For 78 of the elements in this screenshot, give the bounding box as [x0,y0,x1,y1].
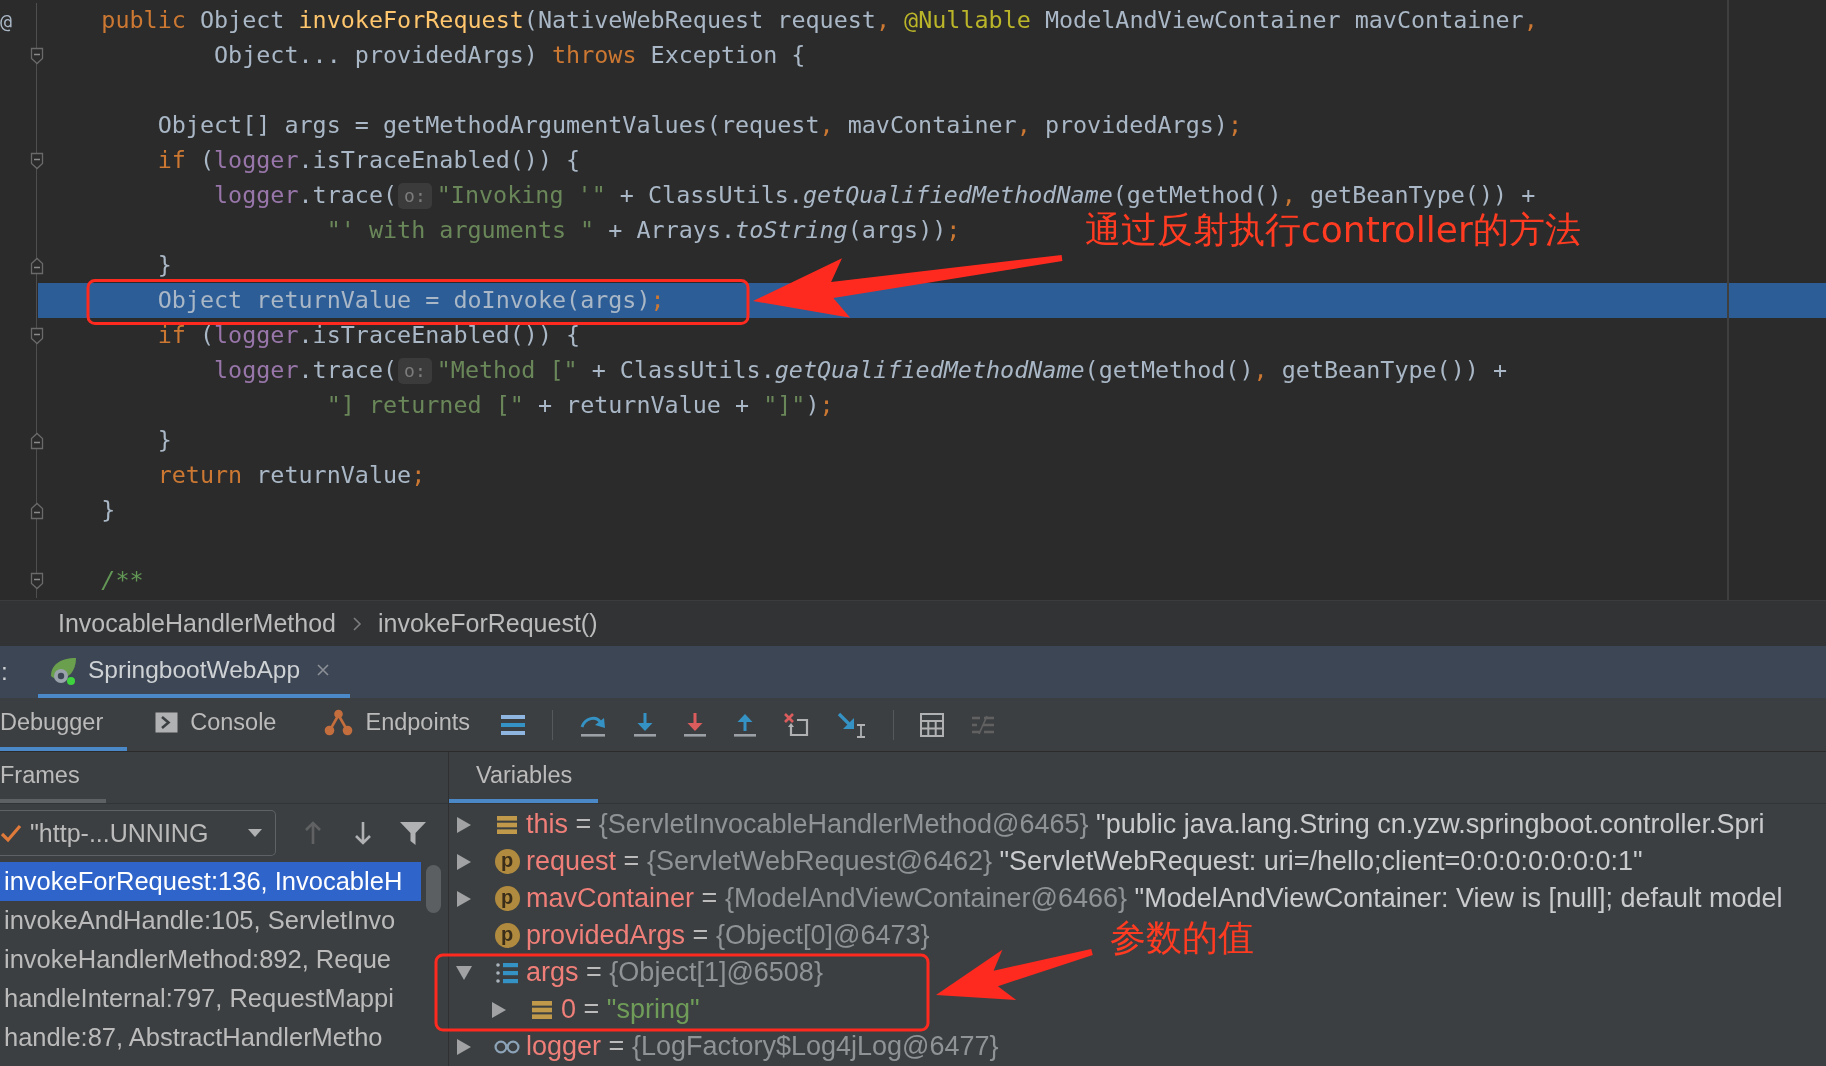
panel-label: : [0,658,8,686]
code-text: logger.trace( [214,357,398,384]
caret-right-icon[interactable] [456,889,472,908]
variable-text: mavContainer = {ModelAndViewContainer@6466} "ModelAndViewContainer: View is [null]; default model [526,883,1783,914]
fold-marker-icon[interactable] [30,431,44,450]
code-text: "Method [" + ClassUtils.getQualifiedMethodName(getMethod(), getBeanType()) + [436,357,1508,384]
breadcrumb[interactable]: invokeForRequest() [377,609,598,638]
frame-item[interactable]: handle:87, AbstractHandlerMetho [0,1018,421,1057]
arrow-cursor-icon[interactable] [837,710,867,739]
code-text: if (logger.isTraceEnabled()) { [157,322,581,349]
checkmark-icon [0,823,22,843]
frame-item[interactable]: invokeForRequest:136, InvocableH [0,862,421,901]
parameter-hint: o: [398,182,432,209]
code-text: Object... providedArgs) throws Exception { [214,42,806,69]
panel-tab[interactable]: Frames [0,752,106,803]
fold-marker-icon[interactable] [30,571,44,590]
debugger-tab[interactable]: Console [127,698,297,751]
fold-marker-icon[interactable] [30,501,44,520]
stacked-bars-icon [531,999,553,1020]
code-text: return returnValue; [157,462,426,489]
close-icon[interactable] [316,663,331,677]
caret-right-icon[interactable] [456,852,472,871]
code-text: "' with arguments " + Arrays.toString(args)); [326,217,961,244]
code-text: logger.trace( [214,182,398,209]
down-arrow-icon[interactable] [633,711,657,738]
code-text: "] returned [" + returnValue + "]"); [326,392,834,419]
fold-marker-icon[interactable] [30,256,44,275]
glasses-icon [494,1038,520,1055]
list-icon [495,960,519,985]
caret-right-icon[interactable] [456,1037,472,1056]
annotation-text: 通过反射执行controller的方法 [1085,210,1581,250]
code-text: } [157,427,172,454]
code-text: } [101,497,116,524]
debugger-tab[interactable]: Endpoints [296,698,490,751]
variable-text: providedArgs = {Object[0]@6473} [526,920,930,951]
scrollbar-thumb[interactable] [426,865,441,913]
caret-right-icon[interactable] [456,815,472,834]
code-text: /** [101,567,144,594]
frame-item[interactable]: invokeAndHandle:105, ServletInvo [0,901,421,940]
variable-text: request = {ServletWebRequest@6462} "ServletWebRequest: uri=/hello;client=0:0:0:0:0:0:0:1" [526,846,1643,877]
chevron-icon [351,615,362,632]
code-text: } [157,252,172,279]
parameter-badge: p [494,886,520,911]
variable-text: this = {ServletInvocableHandlerMethod@6465} "public java.lang.String cn.yzw.springboot.controller.Spri [526,809,1765,840]
annotation-text: 参数的值 [1110,918,1254,958]
variable-text: args = {Object[1]@6508} [526,957,823,988]
frame-item[interactable]: invokeHandlerMethod:892, Reque [0,940,421,979]
lines-icon[interactable] [500,713,526,736]
down-arrow-icon[interactable] [683,711,707,738]
parameter-hint: o: [398,357,432,384]
thread-dropdown[interactable]: "http-...UNNING [0,810,276,856]
variable-text: 0 = "spring" [561,994,700,1025]
gutter-symbol: @ [0,7,14,34]
fold-marker-icon[interactable] [30,326,44,345]
code-text: Object[] args = getMethodArgumentValues(request, mavContainer, providedArgs); [157,112,1243,139]
calculator-icon[interactable] [920,712,944,737]
filter-icon[interactable] [399,820,427,846]
terminal-icon [155,712,179,733]
code-text: Object returnValue = doInvoke(args); [157,287,665,314]
caret-right-icon[interactable] [491,1000,507,1019]
parameter-badge: p [494,923,520,948]
cross-frame-icon[interactable] [783,711,811,738]
fold-marker-icon[interactable] [30,46,44,65]
graph-nodes-icon [324,709,354,736]
code-text: "Invoking '" + ClassUtils.getQualifiedMethodName(getMethod(), getBeanType()) + [436,182,1536,209]
stacked-bars-icon [496,814,518,835]
caret-down-icon[interactable] [455,964,473,981]
panel-tab[interactable]: Variables [449,752,599,803]
variable-text: logger = {LogFactory$Log4jLog@6477} [526,1031,999,1062]
leaf-gear-icon [48,655,78,685]
caret-down-icon [247,828,263,838]
frame-item[interactable]: handleInternal:797, RequestMappi [0,979,421,1018]
code-text: if (logger.isTraceEnabled()) { [157,147,581,174]
down-arrow-icon[interactable] [353,820,373,846]
code-text: public Object invokeForRequest(NativeWebRequest request, @Nullable ModelAndViewContainer mavContainer, [101,7,1538,34]
fold-marker-icon[interactable] [30,151,44,170]
breadcrumb[interactable]: InvocableHandlerMethod [58,609,336,638]
parameter-badge: p [494,849,520,874]
